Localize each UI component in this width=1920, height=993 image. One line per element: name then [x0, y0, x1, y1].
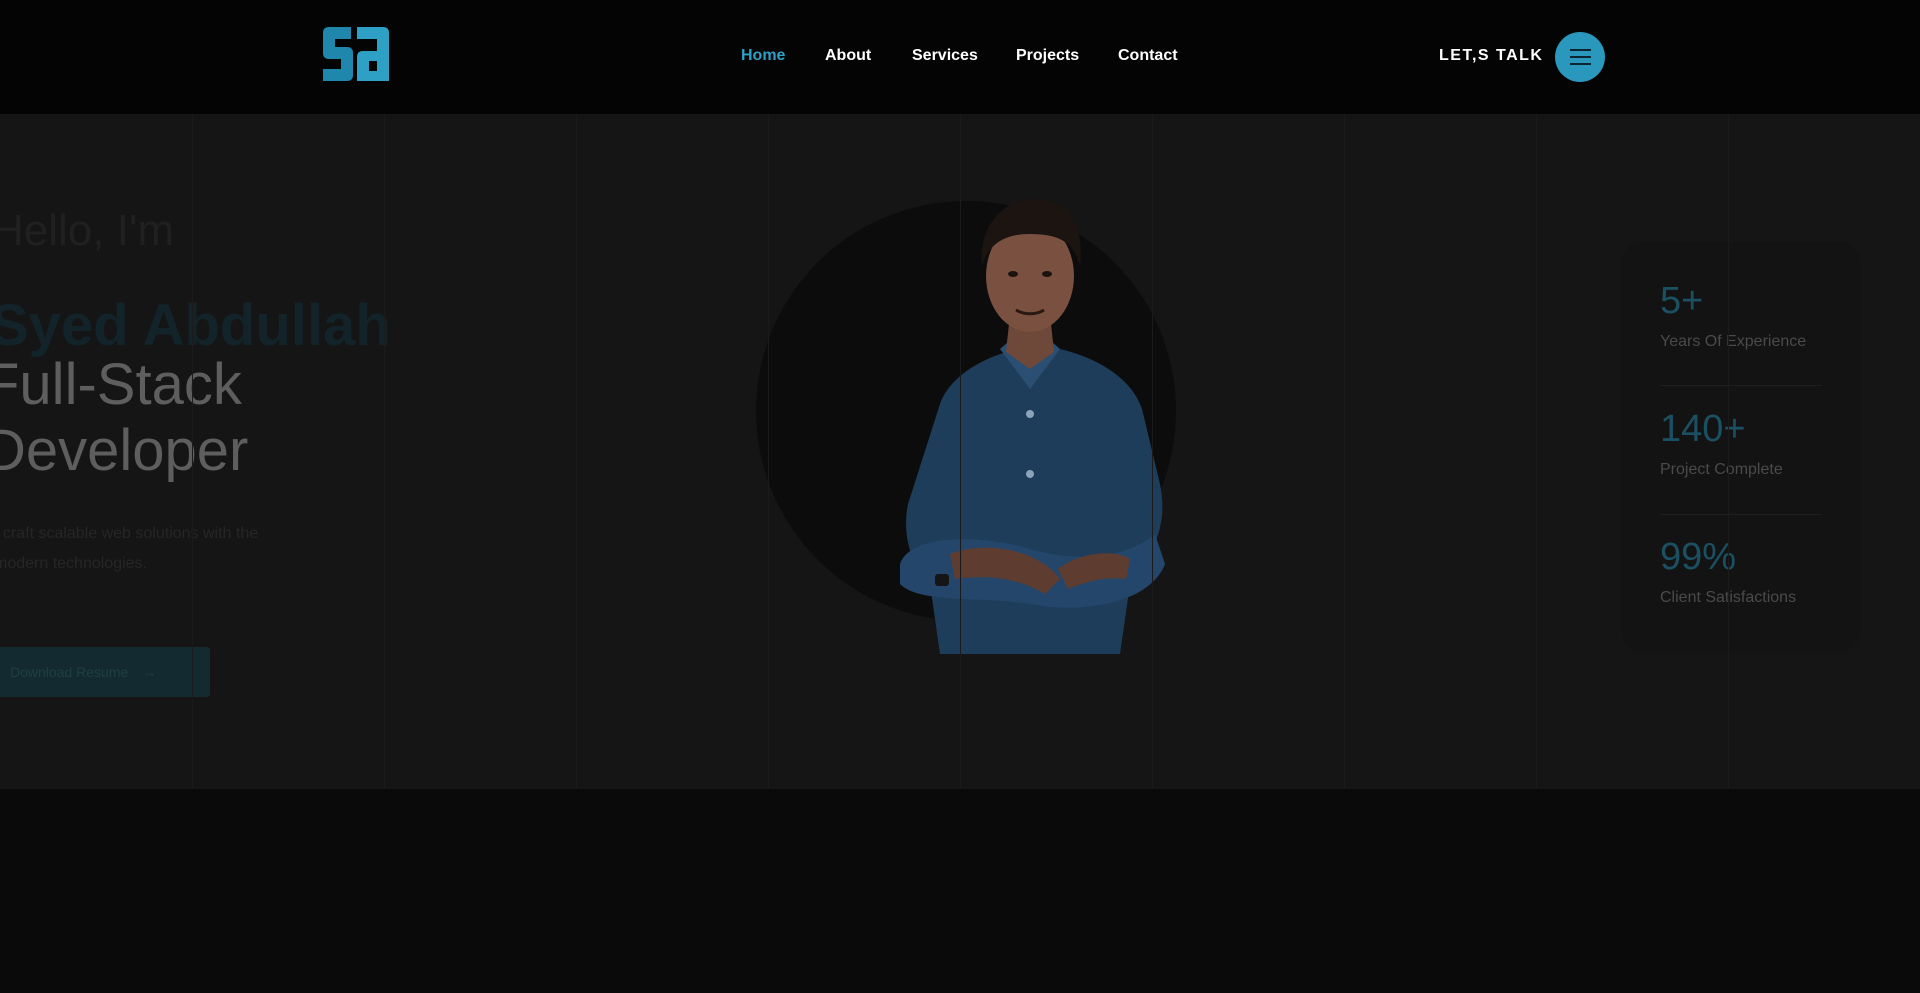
stat-value: 5+: [1660, 280, 1704, 322]
grid-line: [1344, 0, 1345, 789]
lets-talk-link[interactable]: LET,S TALK: [1439, 47, 1543, 65]
grid-line: [384, 0, 385, 789]
nav-contact[interactable]: Contact: [1118, 47, 1178, 65]
hamburger-icon: [1570, 49, 1591, 51]
grid-line: [960, 0, 961, 789]
stat-label: Years Of Experience: [1660, 333, 1807, 350]
download-resume-label: Download Resume: [10, 664, 129, 680]
hero-greeting: Hello, I'm: [0, 206, 174, 255]
hero-intro-line-2: modern technologies.: [0, 555, 147, 572]
menu-button[interactable]: [1555, 32, 1605, 82]
hero-role: Full-Stack Developer: [0, 352, 248, 484]
nav-home[interactable]: Home: [741, 47, 785, 65]
grid-line: [192, 0, 193, 789]
grid-line: [1152, 0, 1153, 789]
hero-role-line-2: Developer: [0, 418, 249, 483]
download-resume-button[interactable]: Download Resume →: [0, 647, 210, 697]
stat-satisfaction: 99% Client Satisfactions: [1660, 536, 1822, 607]
stat-label: Client Satisfactions: [1660, 589, 1797, 606]
portrait-image: [900, 199, 1165, 654]
stat-projects: 140+ Project Complete: [1660, 408, 1822, 479]
grid-line: [1728, 0, 1729, 789]
grid-line: [768, 0, 769, 789]
hero-role-line-1: Full-Stack: [0, 352, 242, 417]
grid-line: [1536, 0, 1537, 789]
arrow-right-icon: →: [142, 664, 157, 680]
nav-services[interactable]: Services: [912, 47, 978, 65]
main-nav: Home About Services Projects Contact: [0, 0, 1920, 114]
nav-projects[interactable]: Projects: [1016, 47, 1079, 65]
hamburger-icon-bar: [1570, 56, 1591, 58]
stats-divider: [1660, 514, 1822, 515]
stat-label: Project Complete: [1660, 461, 1783, 478]
stat-value: 99%: [1660, 536, 1737, 578]
hero-intro: I craft scalable web solutions with the …: [0, 519, 258, 579]
hero-name: Syed Abdullah: [0, 293, 391, 358]
nav-about[interactable]: About: [825, 47, 871, 65]
hero-intro-line-1: I craft scalable web solutions with the: [0, 525, 259, 542]
stat-experience: 5+ Years Of Experience: [1660, 280, 1822, 351]
site-header: Home About Services Projects Contact LET…: [0, 0, 1920, 114]
grid-line: [576, 0, 577, 789]
hamburger-icon-bar: [1570, 63, 1591, 65]
stats-divider: [1660, 385, 1822, 386]
stat-value: 140+: [1660, 408, 1746, 450]
stats-card: 5+ Years Of Experience 140+ Project Comp…: [1621, 242, 1861, 652]
